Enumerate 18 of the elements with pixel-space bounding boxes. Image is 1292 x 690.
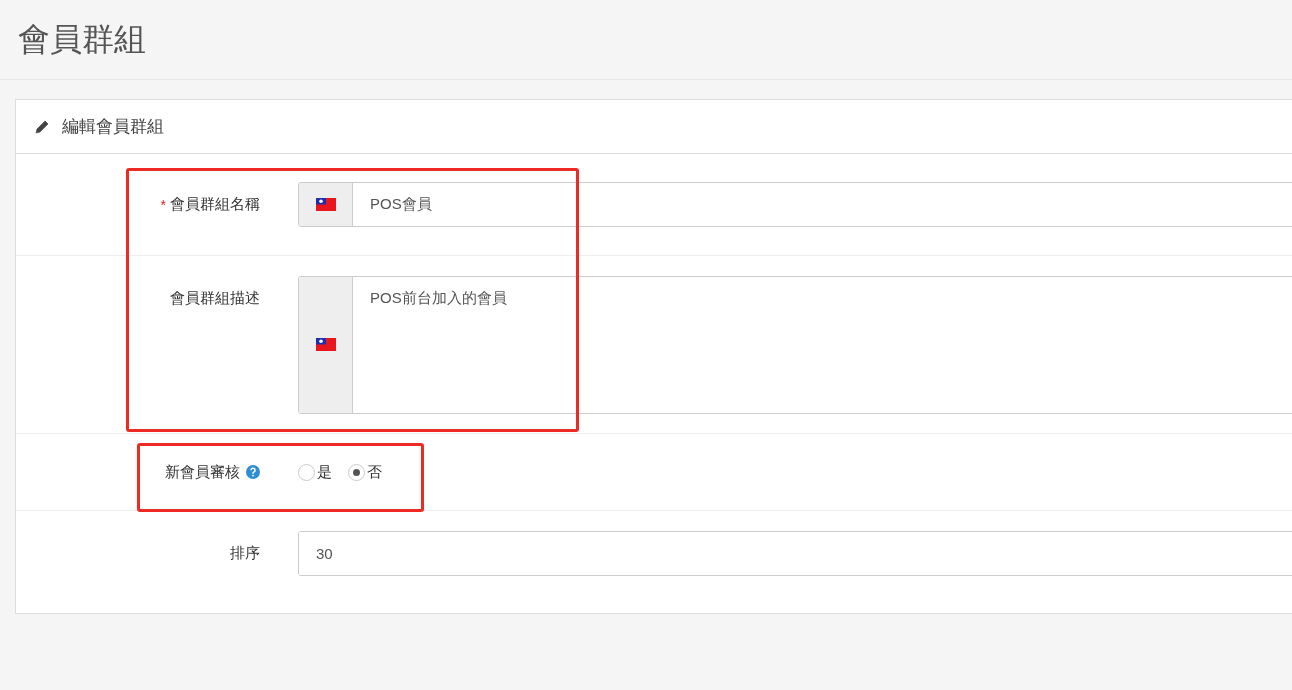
page-title: 會員群組: [18, 19, 146, 59]
field-label: 新會員審核: [165, 462, 240, 482]
panel-title: 編輯會員群組: [62, 116, 164, 138]
radio-option[interactable]: 是: [298, 462, 332, 482]
field-label: 排序: [230, 543, 260, 563]
flag-icon: [315, 338, 336, 351]
help-icon[interactable]: [246, 465, 260, 479]
field-label: 會員群組描述: [170, 289, 260, 308]
required-mark: *: [160, 196, 166, 213]
input-field[interactable]: POS會員: [298, 182, 1292, 227]
field-label: 會員群組名稱: [170, 195, 260, 214]
pencil-icon: [34, 118, 50, 135]
text-area[interactable]: POS前台加入的會員: [298, 275, 1292, 414]
radio-button[interactable]: [348, 463, 365, 481]
radio-option[interactable]: 否: [348, 462, 382, 482]
flag-icon: [315, 198, 336, 211]
radio-button[interactable]: [298, 463, 315, 481]
input-field[interactable]: 30: [298, 530, 1292, 576]
